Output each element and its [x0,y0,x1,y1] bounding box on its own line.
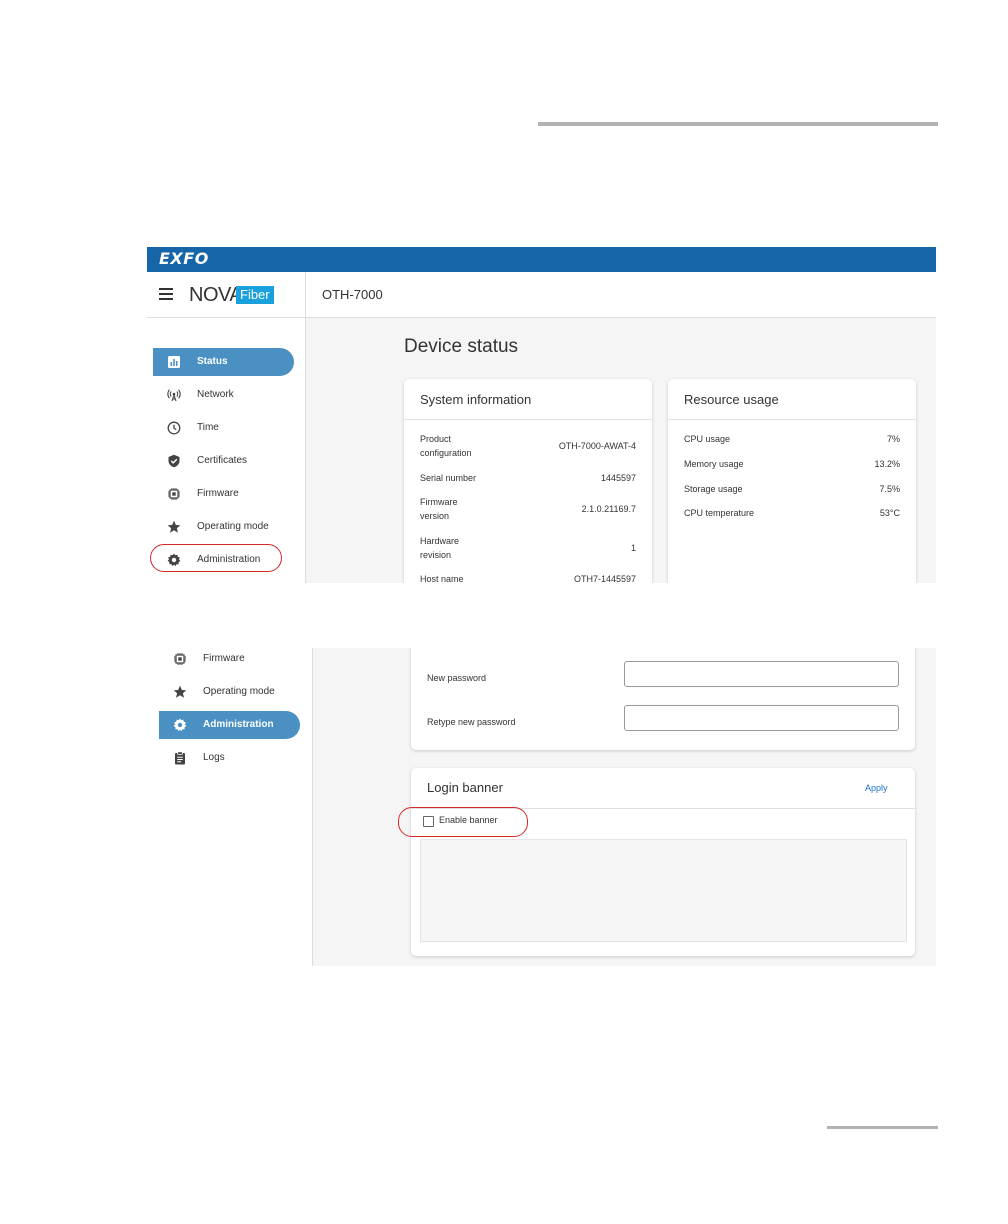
header-rule [538,122,938,126]
sidebar-item-label: Time [197,422,219,433]
info-label: Serial number [420,473,477,483]
product-logo: NOVA [189,284,243,306]
product-logo-suffix: Fiber [236,286,274,304]
brand-bar: EXFO [147,247,936,272]
sidebar-item-logs[interactable]: Logs [159,744,300,772]
sidebar-item-firmware[interactable]: Firmware [159,648,300,673]
card-title: System information [420,392,532,407]
retype-password-label: Retype new password [427,717,516,727]
usage-value: 7% [886,434,900,444]
antenna-icon [167,388,181,402]
device-name: OTH-7000 [322,287,383,302]
card-divider [404,419,652,420]
sidebar: Firmware Operating mode Administration L… [147,648,313,966]
card-divider [668,419,916,420]
sidebar-item-label: Operating mode [203,686,275,697]
sidebar-item-time[interactable]: Time [153,414,294,442]
info-value: OTH7-1445597 [573,574,636,583]
info-label: Hardware revision [420,536,460,560]
retype-password-field[interactable] [624,705,899,731]
login-banner-card: Login banner Apply Enable banner [411,768,915,956]
card-title: Login banner [427,780,503,795]
card-title: Resource usage [684,392,779,407]
enable-banner-callout [398,807,528,837]
info-value: 1445597 [600,473,636,483]
sidebar-item-label: Firmware [197,488,239,499]
sidebar-item-operating-mode[interactable]: Operating mode [159,678,300,706]
sidebar-item-label: Logs [203,752,225,763]
sidebar-item-label: Operating mode [197,521,269,532]
info-label: Product configuration [420,434,472,458]
footer-rule [827,1126,938,1129]
sidebar-item-label: Firmware [203,653,245,664]
sidebar-item-label: Administration [203,719,274,730]
info-value: 2.1.0.21169.7 [581,504,636,514]
system-information-card: System information Product configuration… [404,379,652,583]
sidebar-item-certificates[interactable]: Certificates [153,447,294,475]
gear-icon [173,718,187,732]
chip-icon [173,652,187,666]
star-icon [173,685,187,699]
usage-label: CPU usage [684,434,731,444]
usage-value: 53°C [879,508,900,518]
exfo-logo: EXFO [159,249,209,268]
usage-label: Storage usage [684,484,743,494]
usage-value: 13.2% [874,459,900,469]
app-bar: NOVA Fiber OTH-7000 [147,272,936,318]
sidebar-item-network[interactable]: Network [153,381,294,409]
sidebar-item-label: Certificates [197,455,248,466]
banner-textarea[interactable] [420,839,907,942]
info-label: Host name [420,574,464,583]
info-value: OTH-7000-AWAT-4 [558,441,636,451]
resource-usage-card: Resource usage CPU usage 7% Memory usage… [668,379,916,583]
administration-screenshot: Firmware Operating mode Administration L… [147,648,936,966]
app-bar-divider [305,272,306,317]
usage-label: CPU temperature [684,508,755,518]
clipboard-icon [173,751,187,765]
page-title: Device status [404,336,519,357]
device-status-screenshot: EXFO NOVA Fiber OTH-7000 Status Network … [147,247,936,583]
sidebar-item-label: Network [197,389,234,400]
sidebar-item-administration[interactable]: Administration [159,711,300,739]
info-label: Firmware version [420,497,458,521]
administration-callout [150,544,282,572]
sidebar-item-status[interactable]: Status [153,348,294,376]
usage-value: 7.5% [879,484,900,494]
clock-icon [167,421,181,435]
usage-label: Memory usage [684,459,744,469]
menu-icon[interactable] [159,288,173,300]
sidebar-item-label: Status [197,356,228,367]
sidebar-item-operating-mode[interactable]: Operating mode [153,513,294,541]
new-password-field[interactable] [624,661,899,687]
star-icon [167,520,181,534]
sidebar-item-firmware[interactable]: Firmware [153,480,294,508]
new-password-label: New password [427,673,487,683]
info-value: 1 [630,543,636,553]
apply-button[interactable]: Apply [865,783,888,793]
password-card: New password Retype new password [411,648,915,750]
chip-icon [167,487,181,501]
bar-chart-icon [167,355,181,369]
shield-check-icon [167,454,181,468]
